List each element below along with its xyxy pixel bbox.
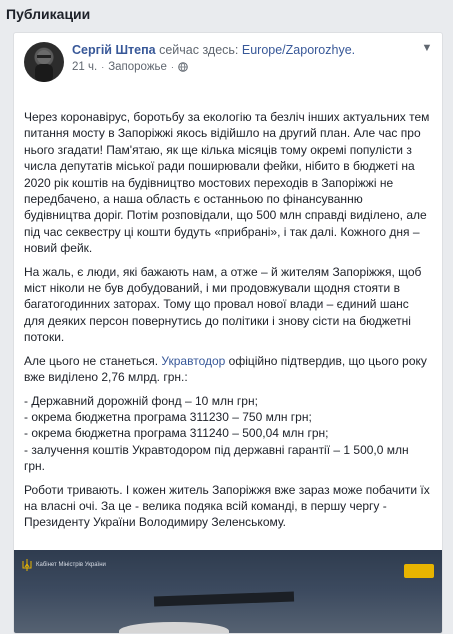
- list-item: - залучення коштів Укравтодором під держ…: [24, 442, 409, 474]
- section-title: Публикации: [6, 6, 91, 22]
- bridge-arch: [119, 622, 229, 633]
- trident-icon: [22, 559, 32, 571]
- yellow-sign: [404, 564, 434, 578]
- list-item: - Державний дорожній фонд – 10 млн грн;: [24, 393, 258, 408]
- ukravtodor-link[interactable]: Укравтодор: [161, 354, 225, 368]
- separator-dot: ·: [101, 62, 105, 72]
- globe-icon[interactable]: [178, 62, 188, 72]
- post-image[interactable]: Кабінет Міністрів України: [14, 550, 442, 633]
- post-paragraph: Але цього не станеться. Укравтодор офіці…: [24, 353, 430, 386]
- bridge-beam: [153, 591, 295, 607]
- author-name[interactable]: Сергій Штепа: [72, 43, 156, 57]
- avatar-silhouette-icon: [35, 50, 53, 82]
- logo-text: Кабінет Міністрів України: [36, 561, 106, 568]
- post-paragraph: Через коронавірус, боротьбу за екологію …: [24, 110, 430, 256]
- post-time[interactable]: 21 ч.: [72, 61, 97, 73]
- list-item: - окрема бюджетна програма 311230 – 750 …: [24, 409, 312, 424]
- avatar[interactable]: [24, 42, 64, 82]
- funding-list: - Державний дорожній фонд – 10 млн грн; …: [24, 393, 430, 475]
- place-link[interactable]: Europe/Zaporozhye.: [242, 43, 355, 57]
- post-card: ▼ Сергій Штепа сейчас здесь: Europe/Zapo…: [13, 32, 443, 634]
- post-location[interactable]: Запорожье: [108, 61, 167, 73]
- checkin-text: сейчас здесь:: [159, 43, 239, 57]
- post-header: Сергій Штепа сейчас здесь: Europe/Zaporo…: [24, 42, 355, 82]
- post-paragraph: На жаль, є люди, які бажають нам, а отже…: [24, 264, 422, 345]
- government-logo: Кабінет Міністрів України: [22, 558, 106, 572]
- post-body: Через коронавірус, боротьбу за екологію …: [24, 109, 430, 538]
- p3-text: Але цього не станеться.: [24, 353, 162, 368]
- separator-dot: ·: [170, 62, 174, 72]
- post-paragraph: Роботи тривають. І кожен житель Запоріжж…: [24, 482, 430, 530]
- chevron-down-icon[interactable]: ▼: [420, 42, 434, 54]
- list-item: - окрема бюджетна програма 311240 – 500,…: [24, 426, 329, 441]
